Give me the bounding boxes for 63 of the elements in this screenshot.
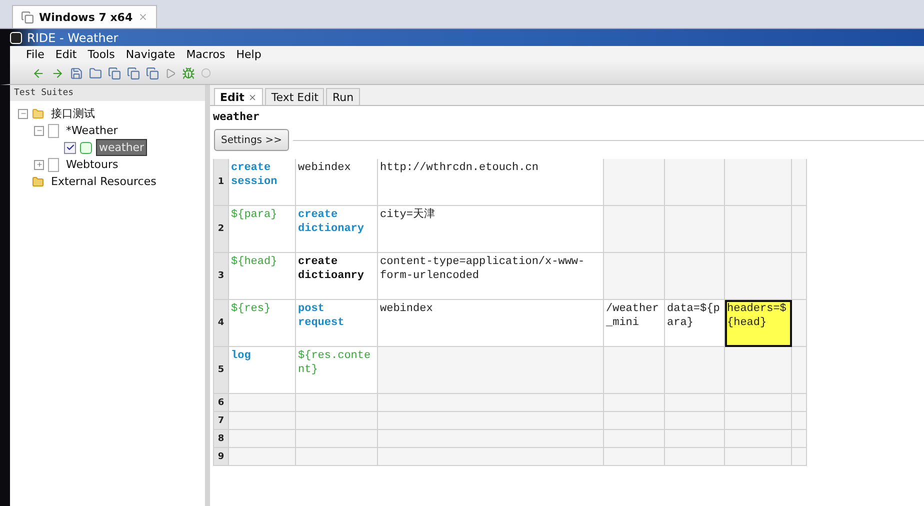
menu-item[interactable]: Macros: [186, 48, 226, 60]
folder-icon: [32, 176, 44, 188]
table-cell[interactable]: create dictioanry: [296, 253, 378, 300]
page-icon[interactable]: [127, 66, 140, 80]
save-icon[interactable]: [70, 66, 83, 80]
panel-title: Test Suites: [10, 85, 205, 101]
settings-button[interactable]: Settings >>: [214, 129, 289, 151]
menu-item[interactable]: Edit: [55, 48, 77, 60]
row-number: 1: [213, 159, 229, 206]
expand-icon[interactable]: [34, 160, 44, 170]
tree-item[interactable]: 接口测试: [48, 104, 98, 123]
page-icon[interactable]: [108, 66, 121, 80]
tree-item[interactable]: Webtours: [63, 156, 122, 173]
row-number: 6: [213, 394, 229, 412]
row-number: 7: [213, 412, 229, 430]
vm-tab-label: Windows 7 x64: [39, 10, 133, 24]
table-cell[interactable]: create session: [229, 159, 296, 206]
test-name: weather: [213, 110, 260, 125]
stop-icon[interactable]: [201, 68, 211, 78]
tab[interactable]: Text Edit: [265, 88, 324, 105]
table-cell[interactable]: /weather_mini: [604, 300, 665, 347]
menu-item[interactable]: Navigate: [126, 48, 176, 60]
forward-icon[interactable]: [51, 66, 64, 80]
collapse-icon[interactable]: [34, 126, 44, 136]
tab[interactable]: Run: [326, 88, 360, 105]
row-number: 4: [213, 300, 229, 347]
window-icon: [21, 10, 34, 24]
table-cell[interactable]: create dictionary: [296, 206, 378, 253]
row-number: 3: [213, 253, 229, 300]
row-number: 5: [213, 347, 229, 394]
row-number: 8: [213, 430, 229, 448]
table-cell[interactable]: log: [229, 347, 296, 394]
back-icon[interactable]: [32, 66, 45, 80]
close-icon[interactable]: [248, 92, 258, 102]
row-number: 9: [213, 448, 229, 466]
table-cell[interactable]: post request: [296, 300, 378, 347]
window-title: RIDE - Weather: [27, 30, 118, 44]
vm-tab[interactable]: Windows 7 x64: [12, 5, 157, 28]
folder-icon[interactable]: [89, 66, 102, 80]
checkbox[interactable]: [64, 142, 76, 154]
file-icon: [48, 124, 59, 138]
menu-item[interactable]: Help: [236, 48, 262, 60]
table-cell[interactable]: content-type=application/x-www-form-urlencoded: [378, 253, 604, 300]
bug-icon[interactable]: [182, 66, 195, 80]
play-icon[interactable]: [165, 68, 176, 78]
tree-item[interactable]: External Resources: [48, 173, 160, 190]
row-number: 2: [213, 206, 229, 253]
folder-icon: [32, 108, 44, 120]
close-icon[interactable]: [138, 12, 148, 22]
table-cell[interactable]: webindex: [296, 159, 378, 206]
table-cell[interactable]: webindex: [378, 300, 604, 347]
tree-item[interactable]: *Weather: [63, 122, 121, 139]
table-cell[interactable]: http://wthrcdn.etouch.cn: [378, 159, 604, 206]
table-cell[interactable]: data=${para}: [665, 300, 725, 347]
collapse-icon[interactable]: [18, 108, 28, 118]
menu-item[interactable]: File: [26, 48, 44, 60]
tab[interactable]: Edit: [214, 88, 264, 105]
tree-item[interactable]: weather: [96, 139, 148, 156]
table-cell[interactable]: headers=${head}: [725, 300, 792, 347]
file-icon: [48, 158, 59, 172]
page-icon[interactable]: [146, 66, 159, 80]
table-cell[interactable]: city=天津: [378, 206, 604, 253]
menu-item[interactable]: Tools: [88, 48, 115, 60]
